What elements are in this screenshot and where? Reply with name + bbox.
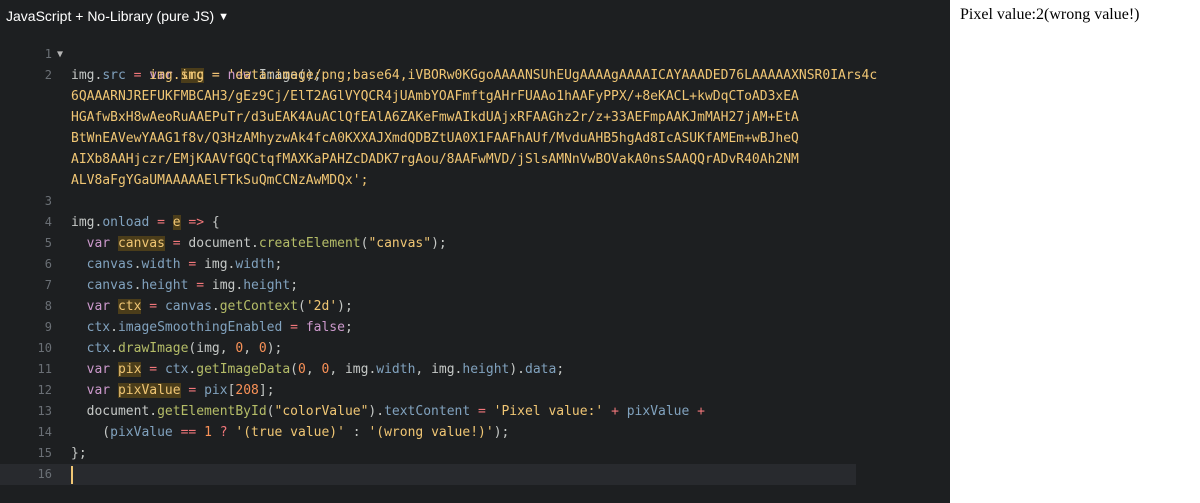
base64-string-part: 6QAAARNJREFUKFMBCAH3/gEz9Cj/ElT2AGlVYQCR… [71, 89, 799, 104]
code-line-content[interactable]: img.src = img.src = 'data:image/png;base… [52, 65, 877, 86]
code-line-content[interactable]: HGAfwBxH8wAeoRuAAEPuTr/d3uEAK4AuAClQfEAl… [52, 107, 799, 128]
base64-string-part: HGAfwBxH8wAeoRuAAEPuTr/d3uEAK4AuAClQfEAl… [71, 110, 799, 125]
line-number: 12 [37, 383, 52, 397]
string-literal: "canvas" [368, 236, 432, 251]
line-number: 8 [44, 299, 52, 313]
code-line-content[interactable]: 6QAAARNJREFUKFMBCAH3/gEz9Cj/ElT2AGlVYQCR… [52, 86, 799, 107]
code-line[interactable]: 1 var img = new Image(); [0, 44, 950, 83]
code-line-content[interactable]: BtWnEAVewYAAG1f8v/Q3HzAMhyzwAk4fcA0KXXAJ… [52, 128, 799, 149]
code-line[interactable]: 6 canvas.width = img.width; [0, 254, 950, 275]
code-line[interactable]: 5 var canvas = document.createElement("c… [0, 233, 950, 254]
language-selector[interactable]: JavaScript + No-Library (pure JS) ▼ [0, 0, 950, 32]
base64-string-part: ALV8aFgYGaUMAAAAAElFTkSuQmCCNzAwMDQx'; [71, 173, 369, 188]
fold-arrow-icon[interactable]: ▼ [57, 44, 63, 65]
code-line[interactable]: 13 document.getElementById("colorValue")… [0, 401, 950, 422]
code-line-content[interactable]: ALV8aFgYGaUMAAAAAElFTkSuQmCCNzAwMDQx'; [52, 170, 368, 191]
code-line-wrap[interactable]: 6QAAARNJREFUKFMBCAH3/gEz9Cj/ElT2AGlVYQCR… [0, 86, 950, 107]
line-number: 1 [44, 47, 52, 61]
code-line[interactable]: 12 var pixValue = pix[208]; [0, 380, 950, 401]
code-line[interactable]: 9 ctx.imageSmoothingEnabled = false; [0, 317, 950, 338]
code-line-content[interactable]: var pix = ctx.getImageData(0, 0, img.wid… [52, 359, 564, 380]
code-line[interactable]: 15 }; [0, 443, 950, 464]
line-number: 9 [44, 320, 52, 334]
code-line[interactable]: 2 img.src = img.src = 'data:image/png;ba… [0, 65, 950, 86]
code-line-wrap[interactable]: AIXb8AAHjczr/EMjKAAVfGQCtqfMAXKaPAHZcDAD… [0, 149, 950, 170]
line-number: 11 [37, 362, 52, 376]
text-cursor [71, 465, 73, 484]
code-line-content[interactable]: canvas.width = img.width; [52, 254, 283, 275]
code-line-content[interactable] [52, 464, 73, 485]
line-number: 7 [44, 278, 52, 292]
code-line-content[interactable]: (pixValue == 1 ? '(true value)' : '(wron… [52, 422, 509, 443]
string-literal: '2d' [305, 299, 338, 314]
code-line-content[interactable]: var pixValue = pix[208]; [52, 380, 275, 401]
result-pane: Pixel value:2(wrong value!) [950, 0, 1200, 503]
code-line[interactable]: 10 ctx.drawImage(img, 0, 0); [0, 338, 950, 359]
pixel-value-output: Pixel value:2(wrong value!) [960, 6, 1140, 23]
code-line-content[interactable]: var ctx = canvas.getContext('2d'); [52, 296, 353, 317]
code-line-wrap[interactable]: HGAfwBxH8wAeoRuAAEPuTr/d3uEAK4AuAClQfEAl… [0, 107, 950, 128]
code-line-content[interactable]: ctx.drawImage(img, 0, 0); [52, 338, 283, 359]
line-number: 10 [37, 341, 52, 355]
string-literal: '(true value)' [235, 425, 345, 440]
code-line[interactable]: 4 ▼ img.onload = e => { [0, 49, 950, 233]
code-line[interactable]: 3 [0, 191, 950, 212]
code-line-content[interactable]: }; [52, 443, 87, 464]
code-line-wrap[interactable]: ALV8aFgYGaUMAAAAAElFTkSuQmCCNzAwMDQx'; [0, 170, 950, 191]
line-number: 13 [37, 404, 52, 418]
line-number: 6 [44, 257, 52, 271]
code-line-active[interactable]: 16 [0, 464, 856, 485]
line-number: 3 [44, 194, 52, 208]
code-line[interactable]: 8 var ctx = canvas.getContext('2d'); [0, 296, 950, 317]
line-number: 4 [44, 215, 52, 229]
base64-string-part: AIXb8AAHjczr/EMjKAAVfGQCtqfMAXKaPAHZcDAD… [71, 152, 799, 167]
code-line[interactable]: 11 var pix = ctx.getImageData(0, 0, img.… [0, 359, 950, 380]
base64-string-part: img.src = 'data:image/png;base64,iVBORw0… [149, 68, 878, 83]
base64-string-part: BtWnEAVewYAAG1f8v/Q3HzAMhyzwAk4fcA0KXXAJ… [71, 131, 799, 146]
code-line-wrap[interactable]: BtWnEAVewYAAG1f8v/Q3HzAMhyzwAk4fcA0KXXAJ… [0, 128, 950, 149]
line-number: 14 [37, 425, 52, 439]
code-line-content[interactable]: var canvas = document.createElement("can… [52, 233, 447, 254]
code-line-content[interactable]: img.onload = e => { [52, 212, 220, 233]
string-literal: "colorValue" [274, 404, 369, 419]
line-number: 15 [37, 446, 52, 460]
code-line[interactable]: 14 (pixValue == 1 ? '(true value)' : '(w… [0, 422, 950, 443]
code-editor-pane[interactable]: JavaScript + No-Library (pure JS) ▼ 1 va… [0, 0, 950, 503]
code-line[interactable]: 7 canvas.height = img.height; [0, 275, 950, 296]
string-literal: '(wrong value!)' [368, 425, 494, 440]
code-line-content[interactable]: ctx.imageSmoothingEnabled = false; [52, 317, 353, 338]
code-line-content[interactable]: document.getElementById("colorValue").te… [52, 401, 705, 422]
jsfiddle-app: JavaScript + No-Library (pure JS) ▼ 1 va… [0, 0, 1200, 503]
string-literal: 'Pixel value:' [493, 404, 604, 419]
code-line-content[interactable]: AIXb8AAHjczr/EMjKAAVfGQCtqfMAXKaPAHZcDAD… [52, 149, 799, 170]
language-label[interactable]: JavaScript + No-Library (pure JS) [6, 8, 214, 24]
line-number: 5 [44, 236, 52, 250]
line-number: 16 [37, 467, 52, 481]
code-line-content[interactable]: canvas.height = img.height; [52, 275, 298, 296]
line-number: 2 [44, 68, 52, 82]
code-area[interactable]: 1 var img = new Image(); 2 img.src = img… [0, 44, 950, 485]
caret-down-icon[interactable]: ▼ [218, 11, 229, 23]
